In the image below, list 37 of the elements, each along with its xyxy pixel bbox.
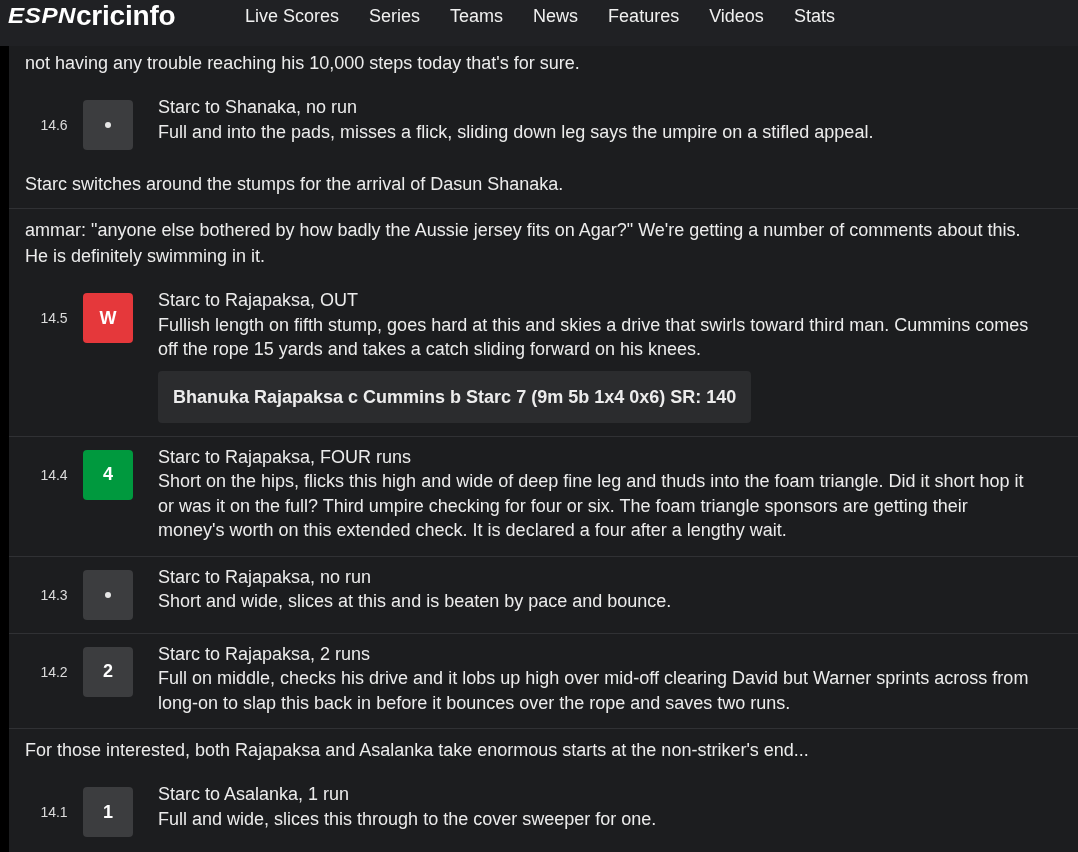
commentary-note: Starc switches around the stumps for the arrival of Dasun Shanaka.: [25, 173, 565, 196]
nav-link[interactable]: Teams: [450, 4, 504, 28]
over-number: 14.3: [40, 585, 68, 604]
over-number: 14.6: [40, 116, 68, 134]
nav-link[interactable]: Videos: [709, 4, 764, 28]
ball-result-badge: 4: [83, 449, 133, 500]
commentary-note: ammar: "anyone else bothered by how badly the Aussie jersey fits on Agar?" We're getting a number of comments about this. He is definitely swimming in it.: [25, 219, 1022, 268]
ball-title: Starc to Rajapaksa, OUT: [158, 289, 360, 312]
commentary-note: For those interested, both Rajapaksa and Asalanka take enormous starts at the non-striker's end...: [25, 739, 810, 762]
nav-link[interactable]: News: [533, 4, 579, 28]
dismissal-summary: Bhanuka Rajapaksa c Cummins b Starc 7 (9m 5b 1x4 0x6) SR: 140: [158, 370, 752, 423]
ball-result-badge: 1: [83, 787, 133, 837]
ball-result-badge: W: [83, 293, 133, 343]
ball-title: Starc to Asalanka, 1 run: [158, 783, 351, 806]
commentary-text: Full and wide, slices this through to the cover sweeper for one.: [158, 807, 658, 831]
over-number: 14.5: [40, 309, 68, 327]
ball-title: Starc to Shanaka, no run: [158, 96, 359, 119]
ball-title: Starc to Rajapaksa, 2 runs: [158, 642, 372, 666]
over-number: 14.2: [40, 662, 68, 681]
nav-link[interactable]: Stats: [793, 4, 835, 28]
site-logo[interactable]: ESPNcricinfo: [8, 3, 245, 29]
commentary-text: Fullish length on fifth stump, goes hard at this and skies a drive that swirls toward third man. Cummins comes off the rope 15 yards and takes a catch sliding forward on his knees.: [158, 313, 1030, 361]
ball-title: Starc to Rajapaksa, no run: [158, 565, 373, 589]
commentary-text: Full and into the pads, misses a flick, sliding down leg says the umpire on a stifled appeal.: [158, 120, 875, 144]
nav-link[interactable]: Series: [369, 4, 421, 28]
over-number: 14.1: [40, 803, 68, 821]
ball-title: Starc to Rajapaksa, FOUR runs: [158, 445, 413, 469]
nav-link[interactable]: Live Scores: [245, 4, 340, 28]
commentary-text: Short on the hips, flicks this high and wide of deep fine leg and thuds into the foam triangle. Did it short hop it or was it on the full? Third umpire checking for four or six. The foam triangle sponsors are getting their money's worth on this extended check. It is declared a four after a lengthy wait.: [158, 470, 1025, 542]
dot-icon: [105, 591, 111, 598]
commentary-text: Full on middle, checks his drive and it lobs up high over mid-off clearing David but Warner sprints across from long-on to slap this back in before it bounces over the rope and saves two runs.: [158, 667, 1030, 715]
ball-result-badge: 2: [83, 646, 133, 697]
commentary-text: Short and wide, slices at this and is beaten by pace and bounce.: [158, 590, 673, 613]
nav-link[interactable]: Features: [608, 4, 680, 28]
over-number: 14.4: [40, 465, 68, 484]
dot-icon: [105, 122, 111, 128]
commentary-note: not having any trouble reaching his 10,000 steps today that's for sure.: [25, 52, 581, 75]
